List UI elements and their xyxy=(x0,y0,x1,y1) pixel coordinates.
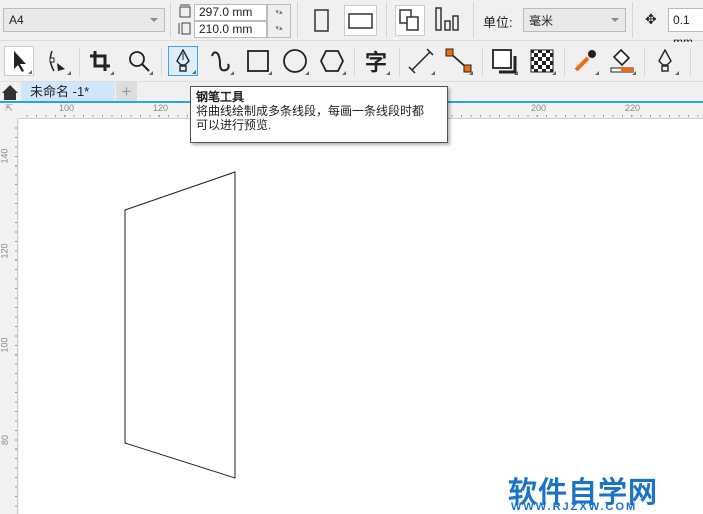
ruler-label: 100 xyxy=(59,103,75,113)
rectangle-icon xyxy=(247,50,269,72)
units-select[interactable]: 毫米 xyxy=(523,8,626,32)
zoom-tool-button[interactable] xyxy=(124,46,154,76)
connector-tool-button[interactable] xyxy=(444,46,474,76)
ruler-label: 80 xyxy=(0,434,11,446)
units-value: 毫米 xyxy=(529,13,554,28)
dimension-tool-button[interactable] xyxy=(406,46,436,76)
tab-document[interactable]: 未命名 -1* xyxy=(21,82,115,101)
arrow-icon xyxy=(14,51,26,72)
property-bar: A4 297.0 mm 210.0 mm ▾▴▾▴ 单位: 毫米 ✥ 0.1 m… xyxy=(0,0,703,49)
drawn-quadrilateral[interactable] xyxy=(19,119,703,514)
eyedropper-tool-button[interactable] xyxy=(570,46,600,76)
rectangle-tool-button[interactable] xyxy=(243,46,273,76)
chevron-down-icon xyxy=(611,18,619,22)
pen-tool-tooltip: 钢笔工具 将曲线绘制成多条线段，每画一条线段时都 可以进行预览. xyxy=(190,86,448,143)
page-size-select[interactable]: A4 xyxy=(3,8,165,32)
divider xyxy=(473,2,474,38)
all-pages-button[interactable] xyxy=(395,5,425,36)
divider xyxy=(297,2,298,38)
shape-tool-button[interactable] xyxy=(42,46,72,76)
tooltip-line: 将曲线绘制成多条线段，每画一条线段时都 xyxy=(196,104,425,118)
transparency-tool-button[interactable] xyxy=(527,46,557,76)
nudge-icon: ✥ xyxy=(645,11,657,27)
page-dimension-icons xyxy=(178,4,191,35)
dimension-icon xyxy=(408,48,434,74)
tooltip-line: 可以进行预览. xyxy=(196,118,272,132)
divider xyxy=(170,2,171,38)
ellipse-icon xyxy=(283,49,307,73)
watermark-url: WWW.RJZXW.COM xyxy=(511,501,638,513)
fill-bucket-icon xyxy=(610,48,634,73)
divider xyxy=(632,2,633,38)
nudge-distance-input[interactable]: 0.1 mm xyxy=(668,8,703,49)
ruler-label: 200 xyxy=(531,103,547,113)
portrait-button[interactable] xyxy=(312,8,332,34)
tooltip-title: 钢笔工具 xyxy=(196,90,245,104)
pick-tool-button[interactable] xyxy=(4,46,34,76)
freehand-tool-button[interactable] xyxy=(205,46,235,76)
text-icon: 字 xyxy=(364,50,387,75)
home-icon[interactable] xyxy=(1,84,19,101)
crop-icon xyxy=(90,51,110,71)
polygon-tool-button[interactable] xyxy=(317,46,347,76)
ruler-label: 120 xyxy=(0,243,10,259)
page-height-input[interactable]: 210.0 mm xyxy=(194,21,267,38)
size-spinners[interactable]: ▾▴ ▾▴ xyxy=(267,4,291,38)
landscape-button[interactable] xyxy=(344,5,377,36)
pen-nib-icon xyxy=(176,49,190,72)
drawing-canvas[interactable]: 软件自学网 WWW.RJZXW.COM xyxy=(19,119,703,514)
text-tool-button[interactable]: 字 xyxy=(361,46,391,76)
crop-tool-button[interactable] xyxy=(85,46,115,76)
ruler-label: 120 xyxy=(153,103,169,113)
drop-shadow-tool-button[interactable] xyxy=(489,46,519,76)
curve-icon xyxy=(211,51,230,72)
checker-icon xyxy=(530,49,554,73)
page-size-value: A4 xyxy=(9,13,24,27)
add-tab-button[interactable]: + xyxy=(116,82,137,101)
chevron-down-icon xyxy=(150,18,158,22)
hexagon-icon xyxy=(319,50,345,72)
vertical-ruler[interactable]: 140 120 100 80 xyxy=(0,119,18,514)
ruler-label: 220 xyxy=(625,103,641,113)
divider xyxy=(386,2,387,38)
ruler-label: 140 xyxy=(0,148,10,164)
shadow-icon xyxy=(492,49,517,74)
toolbox: 字 xyxy=(0,42,703,82)
fill-tool-button[interactable] xyxy=(607,46,637,76)
ruler-label: 100 xyxy=(0,337,10,353)
connector-icon xyxy=(445,48,472,73)
units-label: 单位: xyxy=(483,15,513,30)
node-edit-icon xyxy=(49,50,65,72)
ellipse-tool-button[interactable] xyxy=(280,46,310,76)
current-page-button[interactable] xyxy=(434,6,462,34)
eyedropper-icon xyxy=(574,50,596,72)
page-width-input[interactable]: 297.0 mm xyxy=(194,4,267,21)
pen-nib-icon xyxy=(658,49,672,72)
magnifier-icon xyxy=(129,51,150,72)
pen-tool-button[interactable] xyxy=(168,46,198,76)
outline-pen-tool-button[interactable] xyxy=(650,46,680,76)
ruler-origin-icon[interactable]: ⇱ xyxy=(0,103,18,119)
